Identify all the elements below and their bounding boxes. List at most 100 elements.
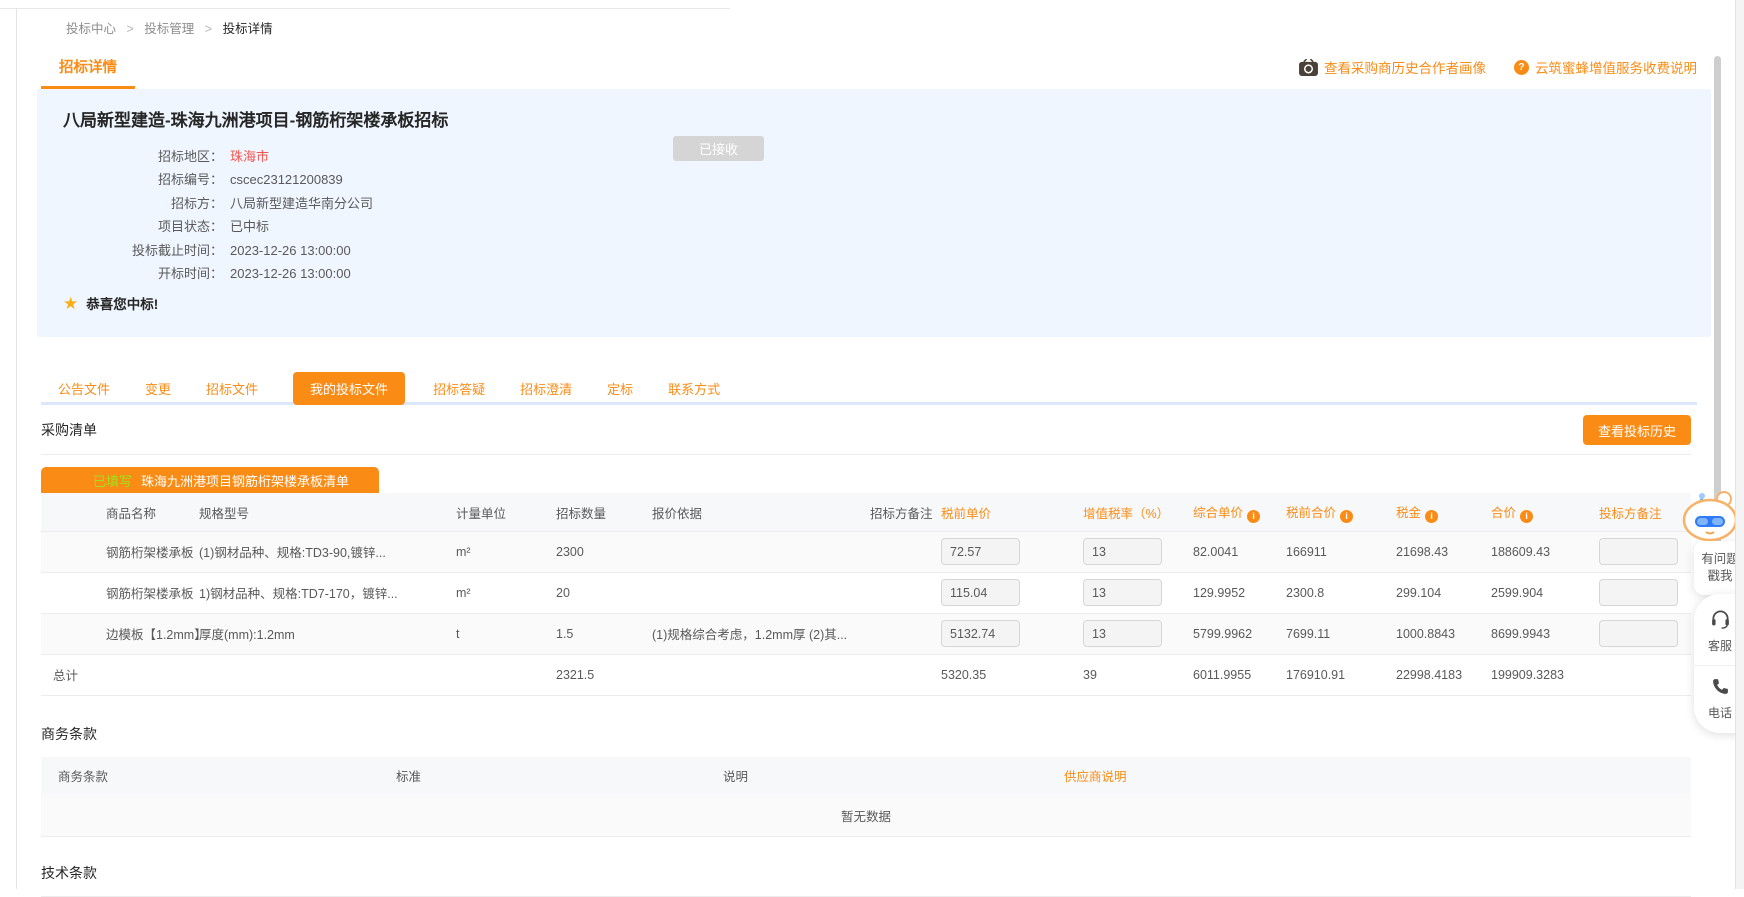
field-region-value: 珠海市 (230, 145, 269, 168)
tab-tender-files[interactable]: 招标文件 (206, 379, 258, 398)
tag-filled-status: 已填写 (93, 471, 132, 490)
cell-quantity: 1.5 (556, 613, 652, 654)
received-status-button: 已接收 (673, 136, 764, 161)
cell-vat-rate (1083, 572, 1193, 613)
customer-service-label: 客服 (1708, 637, 1732, 654)
header-links: 查看采购商历史合作者画像 ? 云筑蜜蜂增值服务收费说明 (1299, 57, 1697, 89)
tab-changes[interactable]: 变更 (145, 379, 171, 398)
col-pre-tax-total: 税前合价i (1286, 493, 1396, 531)
tab-tender-qa[interactable]: 招标答疑 (433, 379, 485, 398)
table-header-row: 商务条款 标准 说明 供应商说明 (41, 757, 1691, 794)
tab-contact[interactable]: 联系方式 (668, 379, 720, 398)
tab-my-bid-files[interactable]: 我的投标文件 (293, 372, 405, 405)
mascot-bee-icon[interactable] (1680, 489, 1738, 541)
cell-bidder-note (1599, 531, 1691, 572)
breadcrumb-item-bid-center[interactable]: 投标中心 (66, 22, 116, 36)
cell-total: 188609.43 (1491, 531, 1599, 572)
cell-tax: 299.104 (1396, 572, 1491, 613)
cell-bidder-note (1599, 613, 1691, 654)
tab-tender-clarification[interactable]: 招标澄清 (520, 379, 572, 398)
phone-label: 电话 (1708, 704, 1732, 721)
cell-product-name: 边模板【1.2mm】 (41, 613, 199, 654)
tab-award[interactable]: 定标 (607, 379, 633, 398)
empty-state-text: 暂无数据 (41, 794, 1691, 837)
col-product-name: 商品名称 (41, 493, 199, 531)
pre-tax-price-input[interactable] (941, 538, 1020, 565)
col-standard: 标准 (379, 757, 706, 794)
link-label: 查看采购商历史合作者画像 (1324, 57, 1486, 77)
tender-summary-panel: 八局新型建造-珠海九洲港项目-钢筋桁架楼承板招标 招标地区： 珠海市 招标编号：… (37, 89, 1711, 337)
cell-pre-tax-total: 2300.8 (1286, 572, 1396, 613)
tab-tender-detail[interactable]: 招标详情 (41, 50, 135, 89)
cell-comprehensive-price: 129.9952 (1193, 572, 1286, 613)
col-pre-tax-price: 税前单价 (941, 493, 1083, 531)
link-buyer-history-portrait[interactable]: 查看采购商历史合作者画像 (1299, 57, 1486, 77)
question-icon: ? (1514, 60, 1529, 75)
col-supplier-description: 供应商说明 (1047, 757, 1691, 794)
list-tag[interactable]: 已填写 珠海九洲港项目钢筋桁架楼承板清单 (41, 467, 379, 493)
page-scrollbar-track[interactable] (1735, 0, 1744, 889)
cell-pre-tax-total: 7699.11 (1286, 613, 1396, 654)
pre-tax-price-input[interactable] (941, 620, 1020, 647)
tab-announcement-files[interactable]: 公告文件 (58, 379, 110, 398)
col-quantity: 招标数量 (556, 493, 652, 531)
pre-tax-price-input[interactable] (941, 579, 1020, 606)
cell-product-name: 钢筋桁架楼承板 (41, 572, 199, 613)
tag-list-name: 珠海九洲港项目钢筋桁架楼承板清单 (141, 471, 349, 490)
table-header-row: 商品名称 规格型号 计量单位 招标数量 报价依据 招标方备注 税前单价 增值税率… (41, 493, 1691, 531)
cell-quote-basis (652, 531, 870, 572)
bidder-note-input[interactable] (1599, 538, 1678, 565)
cell-quote-basis (652, 572, 870, 613)
card-header: 招标详情 查看采购商历史合作者画像 ? 云筑蜜蜂增值服务收费说明 (41, 50, 1697, 89)
info-icon[interactable]: i (1340, 510, 1353, 523)
field-region: 招标地区： 珠海市 (63, 145, 1711, 168)
field-opening-time: 开标时间： 2023-12-26 13:00:00 (63, 262, 1711, 285)
link-label: 云筑蜜蜂增值服务收费说明 (1535, 57, 1697, 77)
col-tenderer-note: 招标方备注 (870, 493, 941, 531)
field-tenderer: 招标方： 八局新型建造华南分公司 (63, 192, 1711, 215)
table-row: 边模板【1.2mm】 厚度(mm):1.2mm t 1.5 (1)规格综合考虑，… (41, 613, 1691, 654)
view-bid-history-button[interactable]: 查看投标历史 (1583, 415, 1691, 445)
col-description: 说明 (706, 757, 1047, 794)
cell-spec: (1)钢材品种、规格:TD3-90,镀锌... (199, 531, 456, 572)
bidder-note-input[interactable] (1599, 579, 1678, 606)
cell-spec: 厚度(mm):1.2mm (199, 613, 456, 654)
breadcrumb-item-bid-management[interactable]: 投标管理 (144, 22, 194, 36)
cell-pre-tax-price (941, 531, 1083, 572)
info-icon[interactable]: i (1425, 510, 1438, 523)
cell-vat-rate (1083, 531, 1193, 572)
col-unit: 计量单位 (456, 493, 556, 531)
link-value-added-service-fee[interactable]: ? 云筑蜜蜂增值服务收费说明 (1514, 57, 1697, 77)
cell-comprehensive-price-total: 6011.9955 (1193, 654, 1286, 695)
info-icon[interactable]: i (1520, 510, 1533, 523)
vat-rate-input[interactable] (1083, 538, 1162, 565)
cell-tenderer-note (870, 572, 941, 613)
camera-icon (1299, 59, 1318, 76)
breadcrumb-current: 投标详情 (223, 22, 273, 36)
vat-rate-input[interactable] (1083, 579, 1162, 606)
info-icon[interactable]: i (1247, 510, 1260, 523)
cell-comprehensive-price: 82.0041 (1193, 531, 1286, 572)
cell-total: 8699.9943 (1491, 613, 1599, 654)
field-project-status: 项目状态： 已中标 (63, 215, 1711, 238)
content-column: 招标详情 查看采购商历史合作者画像 ? 云筑蜜蜂增值服务收费说明 (17, 50, 1744, 897)
vat-rate-input[interactable] (1083, 620, 1162, 647)
field-bid-deadline: 投标截止时间： 2023-12-26 13:00:00 (63, 239, 1711, 262)
business-terms-title: 商务条款 (41, 724, 1744, 744)
procurement-table: 商品名称 规格型号 计量单位 招标数量 报价依据 招标方备注 税前单价 增值税率… (41, 493, 1691, 696)
cell-quantity-total: 2321.5 (556, 654, 652, 695)
cell-unit: t (456, 613, 556, 654)
col-total: 合价i (1491, 493, 1599, 531)
col-tax: 税金i (1396, 493, 1491, 531)
table-row: 钢筋桁架楼承板 1)钢材品种、规格:TD7-170，镀锌... m² 20 12… (41, 572, 1691, 613)
col-business-term: 商务条款 (41, 757, 379, 794)
cell-spec: 1)钢材品种、规格:TD7-170，镀锌... (199, 572, 456, 613)
business-terms-table: 商务条款 标准 说明 供应商说明 暂无数据 (41, 757, 1691, 838)
cell-tenderer-note (870, 613, 941, 654)
bidder-note-input[interactable] (1599, 620, 1678, 647)
cell-unit: m² (456, 531, 556, 572)
cell-quantity: 20 (556, 572, 652, 613)
cell-total-label: 总计 (41, 654, 199, 695)
cell-vat-rate-total: 39 (1083, 654, 1193, 695)
cell-quantity: 2300 (556, 531, 652, 572)
